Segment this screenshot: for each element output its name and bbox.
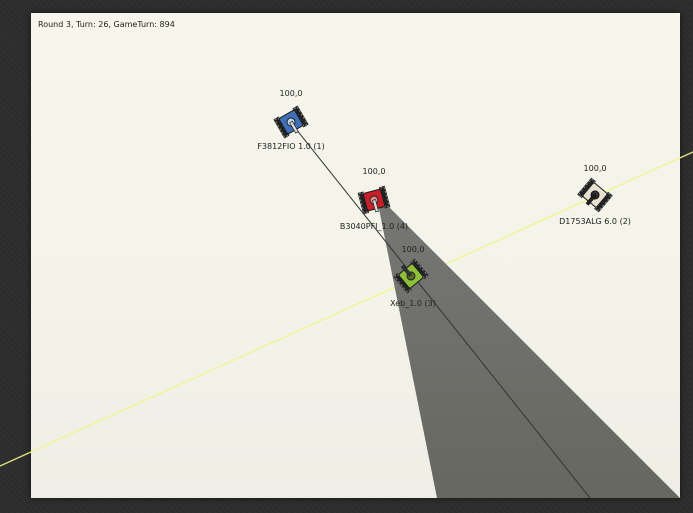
battlefield: Round 3, Turn: 26, GameTurn: 894 (31, 13, 680, 498)
round-status-text: Round 3, Turn: 26, GameTurn: 894 (38, 20, 175, 29)
window-frame: Round 3, Turn: 26, GameTurn: 894 100,0 F… (0, 0, 693, 513)
